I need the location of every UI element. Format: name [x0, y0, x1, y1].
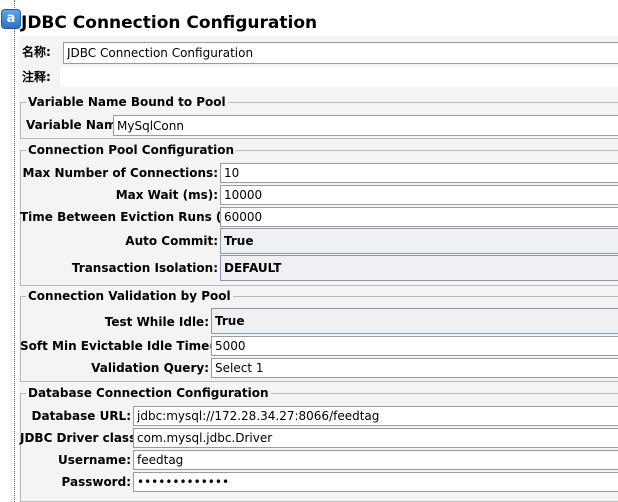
validation-query-label: Validation Query: [91, 361, 209, 375]
pool-variable-legend: Variable Name Bound to Pool [28, 95, 226, 109]
app-icon: a [1, 9, 21, 29]
max-connections-input[interactable] [220, 163, 618, 183]
username-label: Username: [57, 453, 131, 467]
soft-min-idle-label: Soft Min Evictable Idle Time(ms): [20, 339, 245, 353]
transaction-isolation-select[interactable]: DEFAULT [220, 255, 618, 281]
password-input[interactable] [133, 472, 618, 492]
auto-commit-label: Auto Commit: [125, 234, 218, 248]
comment-label: 注释: [22, 70, 51, 84]
comment-input[interactable] [60, 67, 618, 87]
name-label: 名称: [22, 45, 51, 59]
password-label: Password: [61, 475, 132, 489]
database-url-label: Database URL: [31, 409, 131, 423]
driver-class-input[interactable] [133, 428, 618, 448]
auto-commit-select[interactable]: True [220, 228, 618, 254]
page-title: JDBC Connection Configuration [21, 13, 318, 33]
username-input[interactable] [133, 450, 618, 470]
database-url-input[interactable] [133, 406, 618, 426]
validation-query-input[interactable] [211, 358, 618, 378]
soft-min-idle-input[interactable] [211, 336, 618, 356]
variable-name-input[interactable] [113, 115, 618, 136]
database-legend: Database Connection Configuration [28, 386, 269, 400]
validation-legend: Connection Validation by Pool [28, 289, 231, 303]
transaction-isolation-label: Transaction Isolation: [71, 261, 218, 275]
max-wait-label: Max Wait (ms): [115, 188, 218, 202]
test-while-idle-label: Test While Idle: [104, 315, 209, 329]
jdbc-config-panel: a JDBC Connection Configuration 名称: 注释: … [0, 0, 618, 502]
max-connections-label: Max Number of Connections: [22, 166, 218, 180]
max-wait-input[interactable] [220, 185, 618, 205]
pool-config-legend: Connection Pool Configuration [28, 143, 235, 157]
eviction-runs-label: Time Between Eviction Runs (ms): [20, 210, 252, 224]
test-while-idle-select[interactable]: True [211, 308, 618, 334]
driver-class-label: JDBC Driver class: [20, 431, 142, 445]
eviction-runs-input[interactable] [220, 207, 618, 227]
name-input[interactable] [63, 42, 618, 64]
tree-connector-line [14, 0, 15, 502]
